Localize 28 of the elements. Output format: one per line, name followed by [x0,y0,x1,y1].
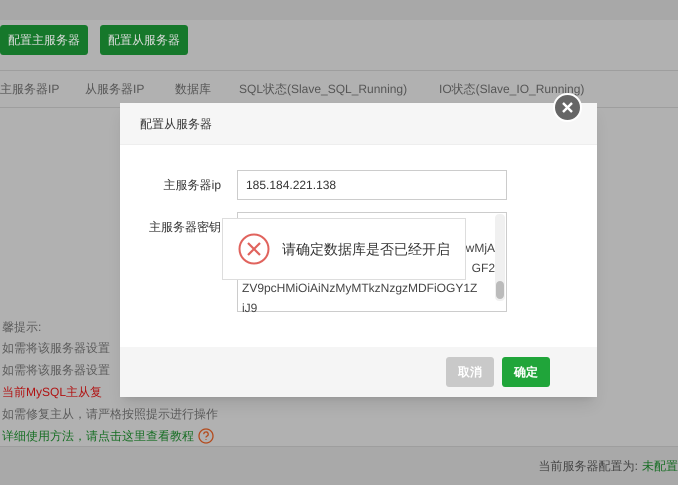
column-header: 数据库 [175,81,212,98]
help-icon[interactable] [198,428,214,444]
column-header: SQL状态(Slave_SQL_Running) [239,81,408,98]
column-header: 主服务器IP [0,81,60,98]
key-text: ZV9pcHMiOiAiNzMyMTkzNzgzMDFiOGY1Z [242,281,478,295]
tutorial-link[interactable]: 详细使用方法，请点击这里查看教程 [2,427,194,445]
toast-message: 请确定数据库是否已经开启 [282,240,450,258]
scrollbar[interactable] [495,214,505,301]
key-text: iJ9 [242,301,258,315]
toolbar-button[interactable]: 配置从服务器 [100,25,188,55]
tip-text: 如需将该服务器设置 [2,362,110,379]
status-value: 未配置 [642,458,678,475]
dialog-title: 配置从服务器 [140,116,212,132]
key-text: wMjA [466,240,495,257]
column-header: IO状态(Slave_IO_Running) [439,81,586,98]
tip-text: 如需修复主从，请严格按照提示进行操作 [2,406,218,423]
tip-text: 当前MySQL主从复 [2,384,102,401]
dialog-button[interactable]: 确定 [502,357,550,387]
toolbar-button[interactable]: 配置主服务器 [0,25,88,55]
field-label: 主服务器密钥 [148,219,222,236]
error-icon [238,233,270,265]
status-label: 当前服务器配置为: [538,458,638,475]
key-text: GF2 [472,260,495,277]
tip-text: 如需将该服务器设置 [2,340,110,357]
tips-title: 馨提示: [2,319,42,334]
column-header: 从服务器IP [85,81,146,98]
field-label: 主服务器ip [162,177,222,194]
ip-input-field[interactable]: 185.184.221.138 [237,170,507,200]
